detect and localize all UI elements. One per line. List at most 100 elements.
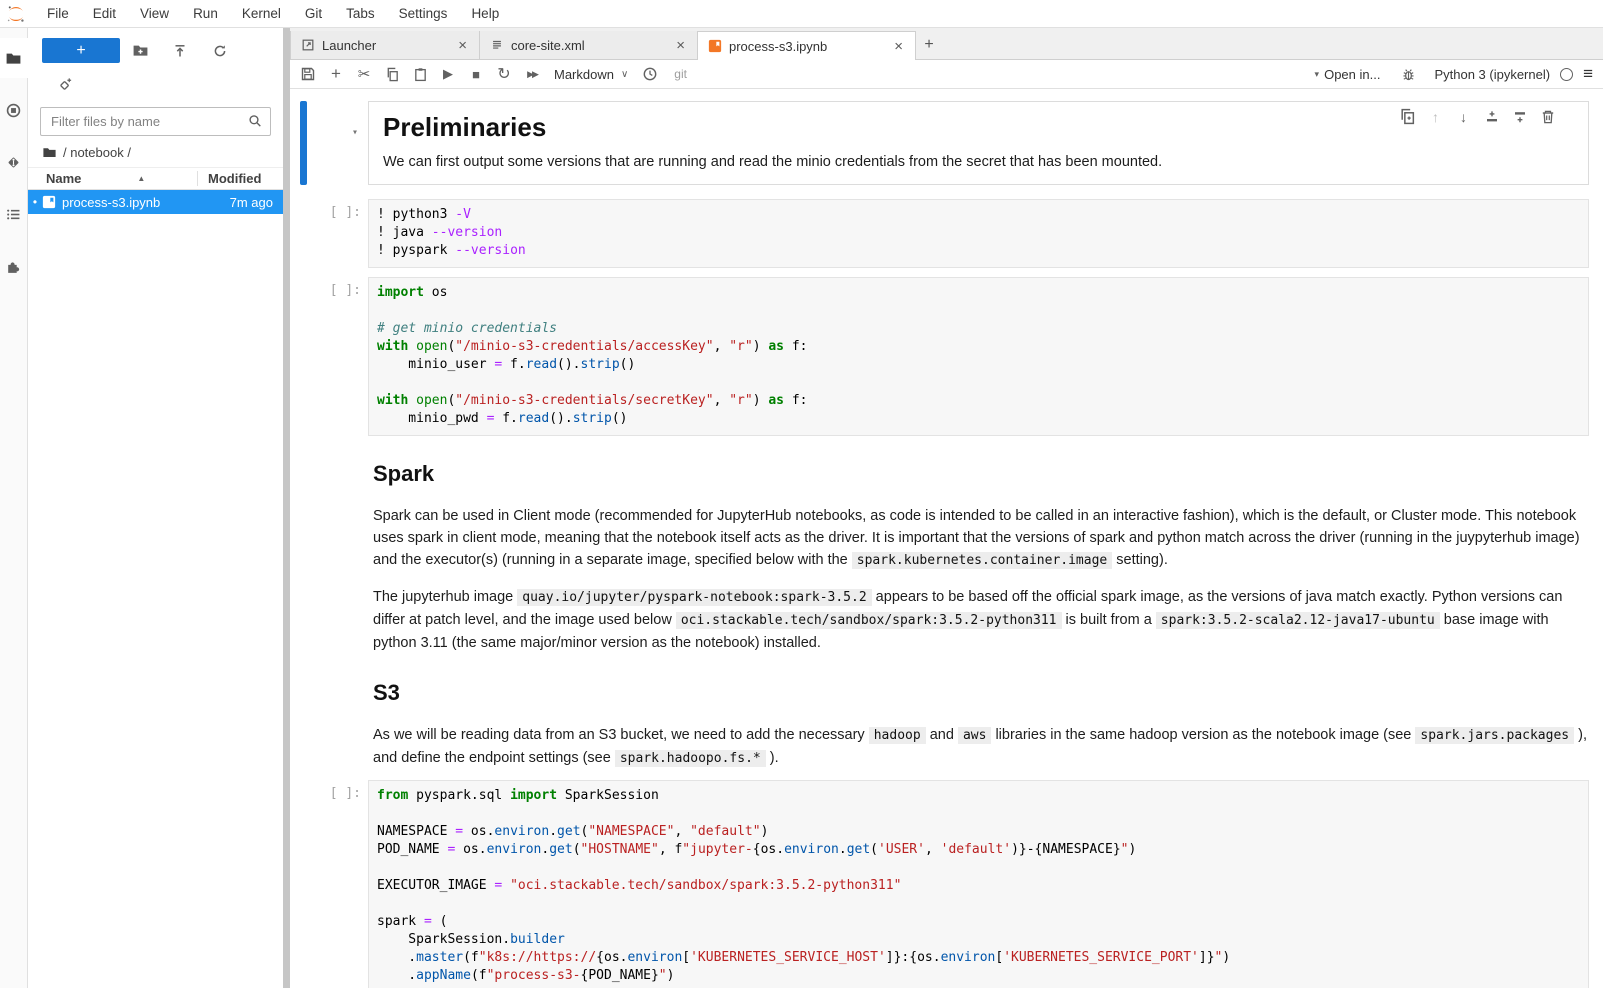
sidebar-tab-toc[interactable] — [0, 194, 28, 234]
move-cell-up-button[interactable]: ↑ — [1426, 107, 1445, 126]
list-icon — [5, 206, 22, 223]
git-clone-button[interactable] — [58, 77, 73, 92]
execution-time-button[interactable] — [636, 61, 664, 87]
close-icon[interactable]: × — [674, 37, 687, 54]
debugger-button[interactable] — [1394, 61, 1422, 87]
menubar: File Edit View Run Kernel Git Tabs Setti… — [0, 0, 1603, 28]
cell-collapser[interactable] — [300, 277, 307, 436]
code-editor[interactable]: from pyspark.sql import SparkSession NAM… — [368, 780, 1589, 988]
file-filter-input[interactable] — [40, 107, 271, 136]
menu-tabs[interactable]: Tabs — [334, 1, 387, 26]
code-editor[interactable]: ! python3 -V! java --version! pyspark --… — [368, 199, 1589, 268]
sidebar-tab-extensions[interactable] — [0, 246, 28, 286]
open-in-dropdown[interactable]: ▾ Open in... — [1315, 67, 1381, 82]
open-in-label: Open in... — [1324, 67, 1380, 82]
cut-cells-button[interactable]: ✂ — [350, 61, 378, 87]
tab-core-site-xml[interactable]: core-site.xml × — [480, 31, 698, 59]
heading-collapse-caret-icon[interactable]: ▾ — [352, 127, 358, 138]
file-row-selected[interactable]: • process-s3.ipynb 7m ago — [28, 190, 283, 214]
jupyterlab-window: File Edit View Run Kernel Git Tabs Setti… — [0, 0, 1603, 988]
restart-icon: ↻ — [497, 64, 510, 84]
file-filter — [40, 107, 271, 136]
insert-above-icon — [1484, 109, 1500, 125]
menu-git[interactable]: Git — [293, 1, 334, 26]
sidebar-tab-running-kernels[interactable] — [0, 90, 28, 130]
cell-prompt: [ ]: — [307, 277, 368, 436]
folder-icon — [5, 50, 22, 67]
search-icon — [247, 113, 263, 129]
close-icon[interactable]: × — [456, 37, 469, 54]
code-cell-minio-credentials: [ ]: import os # get minio credentialswi… — [290, 277, 1603, 436]
insert-cell-above-button[interactable] — [1482, 107, 1501, 126]
cell-collapser[interactable] — [300, 780, 307, 988]
cell-body: import os # get minio credentialswith op… — [368, 277, 1589, 436]
kernel-name-button[interactable]: Python 3 (ipykernel) — [1434, 67, 1550, 82]
tab-label: Launcher — [322, 38, 449, 53]
panel-resize-handle[interactable] — [283, 28, 290, 988]
open-file-dot-icon: • — [28, 195, 42, 209]
code-cell-spark-session: [ ]: from pyspark.sql import SparkSessio… — [290, 780, 1603, 988]
copy-cells-button[interactable] — [378, 61, 406, 87]
cell-type-dropdown[interactable]: Markdown ∨ — [554, 67, 628, 82]
move-cell-down-button[interactable]: ↓ — [1454, 107, 1473, 126]
sidebar-tab-filebrowser[interactable] — [0, 38, 28, 78]
delete-cell-button[interactable] — [1538, 107, 1557, 126]
menu-kernel[interactable]: Kernel — [230, 1, 293, 26]
restart-kernel-button[interactable]: ↻ — [490, 61, 518, 87]
cell-prompt: [ ]: — [307, 780, 368, 988]
new-folder-button[interactable] — [120, 38, 160, 63]
paste-cells-button[interactable] — [406, 61, 434, 87]
cell-prompt: ▾ — [307, 101, 368, 185]
cell-toolbar: ↑ ↓ — [1396, 105, 1559, 128]
arrow-up-icon: ↑ — [1432, 109, 1439, 125]
clock-icon — [642, 66, 658, 82]
refresh-button[interactable] — [200, 38, 240, 63]
breadcrumb-path[interactable]: / notebook / — [63, 145, 131, 160]
restart-run-all-button[interactable]: ▶▶ — [518, 61, 546, 87]
close-icon[interactable]: × — [892, 38, 905, 55]
column-header-modified[interactable]: Modified — [197, 171, 283, 186]
markdown-rendered: S3 As we will be reading data from an S3… — [368, 678, 1589, 770]
tab-process-s3-ipynb[interactable]: process-s3.ipynb × — [698, 31, 916, 60]
sort-ascending-icon: ▲ — [137, 174, 145, 183]
menu-edit[interactable]: Edit — [81, 1, 128, 26]
menu-file[interactable]: File — [35, 1, 81, 26]
markdown-paragraph: As we will be reading data from an S3 bu… — [373, 724, 1589, 770]
tab-launcher[interactable]: Launcher × — [290, 31, 480, 59]
paste-icon — [413, 67, 428, 82]
markdown-cell-s3: S3 As we will be reading data from an S3… — [290, 664, 1603, 774]
cell-collapser[interactable] — [300, 199, 307, 268]
notebook-content: ▾ Preliminaries We can first output some… — [290, 89, 1603, 988]
add-tab-button[interactable]: + — [916, 31, 942, 59]
new-launcher-button[interactable]: + — [42, 38, 120, 63]
notebook-icon — [42, 195, 56, 209]
duplicate-cell-button[interactable] — [1398, 107, 1417, 126]
cell-collapser[interactable] — [300, 101, 307, 185]
insert-cell-button[interactable]: + — [322, 61, 350, 87]
menu-help[interactable]: Help — [459, 1, 511, 26]
save-button[interactable] — [294, 61, 322, 87]
cell-prompt: [ ]: — [307, 199, 368, 268]
file-browser-toolbar: + — [28, 28, 283, 63]
code-editor[interactable]: import os # get minio credentialswith op… — [368, 277, 1589, 436]
tab-label: process-s3.ipynb — [729, 39, 885, 54]
markdown-rendered: Spark Spark can be used in Client mode (… — [368, 459, 1589, 654]
code-cell-versions: [ ]: ! python3 -V! java --version! pyspa… — [290, 199, 1603, 268]
stop-icon: ■ — [472, 67, 480, 82]
menu-run[interactable]: Run — [181, 1, 230, 26]
sidebar-tab-git[interactable] — [0, 142, 28, 182]
cell-collapser[interactable] — [300, 445, 307, 658]
run-button[interactable]: ▶ — [434, 61, 462, 87]
interrupt-kernel-button[interactable]: ■ — [462, 61, 490, 87]
puzzle-icon — [5, 258, 22, 275]
insert-cell-below-button[interactable] — [1510, 107, 1529, 126]
chevron-down-icon: ∨ — [621, 69, 628, 80]
upload-button[interactable] — [160, 38, 200, 63]
section-heading-s3: S3 — [373, 678, 1589, 708]
cell-collapser[interactable] — [300, 664, 307, 774]
breadcrumb[interactable]: / notebook / — [28, 136, 283, 167]
column-header-name[interactable]: Name ▲ — [28, 171, 197, 186]
menu-settings[interactable]: Settings — [387, 1, 460, 26]
hamburger-menu-icon[interactable]: ≡ — [1583, 64, 1593, 84]
menu-view[interactable]: View — [128, 1, 181, 26]
